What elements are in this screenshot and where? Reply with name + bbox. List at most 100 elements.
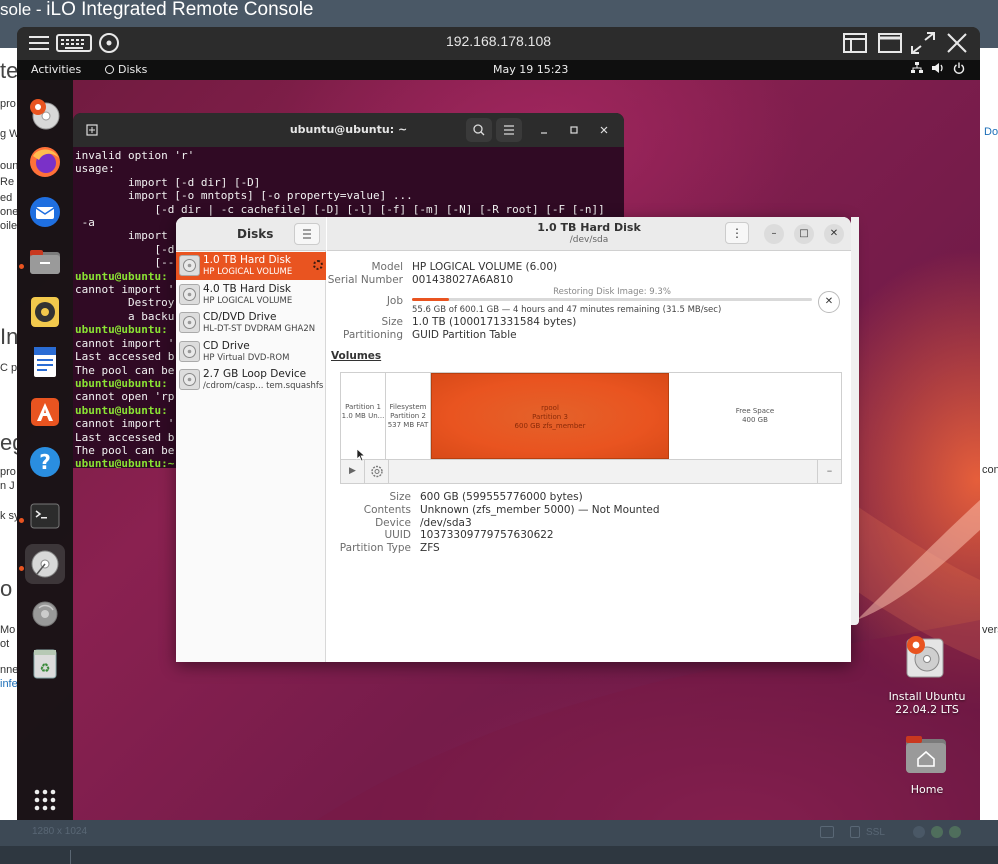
vol-uuid-label: UUID [384, 529, 411, 541]
trash-icon[interactable]: ♻ [25, 644, 65, 684]
minimize-icon[interactable]: – [764, 224, 784, 244]
bg-heading-fragment: te [0, 58, 19, 83]
browser-title: sole - iLO Integrated Remote Console [0, 0, 314, 22]
terminal-icon[interactable] [25, 496, 65, 536]
bg-text-fragment: Re [0, 176, 15, 188]
terminal-output-line: [-d dir | -c cachefile] [-D] [-l] [-f] [… [75, 202, 605, 216]
volume-segment[interactable]: Filesystem Partition 2 537 MB FAT [386, 373, 431, 459]
window-icon[interactable] [878, 32, 902, 54]
volume-segment[interactable]: Partition 1 1.0 MB Un... [341, 373, 386, 459]
mouse-cursor-icon [356, 448, 366, 462]
volume-icon[interactable] [931, 62, 945, 77]
job-label: Job [386, 295, 403, 307]
bg-link-fragment[interactable]: infe [0, 678, 18, 690]
job-progress-fill [412, 298, 450, 301]
gear-icon[interactable] [365, 460, 389, 483]
power-icon[interactable] [953, 62, 965, 77]
disk-header: 1.0 TB Hard Disk /dev/sda ⋮ – □ ✕ [327, 217, 851, 251]
background-window-edge [851, 217, 859, 625]
thunderbird-icon[interactable] [25, 192, 65, 232]
volume-segment-selected[interactable]: rpool Partition 3 600 GB zfs_member [431, 373, 669, 459]
activities-button[interactable]: Activities [31, 63, 81, 76]
writer-icon[interactable] [25, 342, 65, 382]
bg-text-fragment: con [982, 464, 998, 476]
delete-partition-icon[interactable]: – [817, 460, 841, 483]
maximize-icon[interactable]: □ [794, 224, 814, 244]
drive-item[interactable]: CD Drive HP Virtual DVD-ROM [176, 338, 326, 366]
bg-heading-fragment: o [0, 576, 13, 601]
segment-label: Free Space 400 GB [735, 407, 775, 424]
ssl-label: SSL [866, 827, 885, 838]
bg-text-fragment: C p [0, 362, 18, 374]
cancel-job-button[interactable]: ✕ [818, 291, 840, 313]
optical-drive-icon [179, 340, 200, 362]
vol-device-value: /dev/sda3 [420, 517, 472, 529]
volume-segment[interactable]: Free Space 400 GB [669, 373, 841, 459]
drive-item[interactable]: CD/DVD Drive HL-DT-ST DVDRAM GHA2N [176, 309, 326, 337]
app-center-icon[interactable] [25, 392, 65, 432]
status-indicator-icon [931, 826, 943, 838]
network-icon[interactable] [911, 62, 923, 77]
search-icon[interactable] [466, 118, 492, 142]
terminal-output-line: import [-o mntopts] [-o property=value] … [75, 189, 413, 203]
drive-item[interactable]: 1.0 TB Hard Disk HP LOGICAL VOLUME [176, 252, 326, 280]
home-folder-icon[interactable] [904, 733, 948, 775]
app-menu[interactable]: Disks [105, 63, 147, 76]
svg-text:?: ? [39, 450, 51, 474]
close-icon[interactable] [946, 32, 970, 54]
vol-uuid-value: 10373309779757630622 [420, 529, 554, 541]
disk-image-icon[interactable] [25, 594, 65, 634]
vol-size-value: 600 GB (599555776000 bytes) [420, 491, 583, 503]
vol-contents-label: Contents [363, 504, 411, 516]
serial-label: Serial Number [327, 274, 403, 286]
minimize-icon[interactable] [531, 118, 557, 142]
drive-item[interactable]: 4.0 TB Hard Disk HP LOGICAL VOLUME [176, 281, 326, 309]
size-value: 1.0 TB (1000171331584 bytes) [412, 316, 577, 328]
files-icon[interactable] [25, 242, 65, 282]
camera-icon[interactable] [820, 826, 834, 838]
ilo-address: 192.168.178.108 [445, 33, 552, 49]
bg-link-fragment[interactable]: Do [984, 126, 998, 138]
home-label[interactable]: Home [877, 783, 977, 796]
firefox-icon[interactable] [25, 142, 65, 182]
serial-value: 001438027A6A810 [412, 274, 514, 286]
apps-grid-icon[interactable] [25, 780, 65, 820]
hamburger-menu-icon[interactable] [496, 118, 522, 142]
fullscreen-icon[interactable] [911, 32, 935, 54]
rhythmbox-icon[interactable] [25, 292, 65, 332]
bg-text-fragment: Mo [0, 624, 16, 636]
model-label: Model [371, 261, 403, 273]
mount-play-icon[interactable]: ▶ [341, 460, 365, 483]
terminal-output-line: invalid option 'r' [75, 149, 195, 162]
hard-disk-icon [179, 283, 200, 305]
drive-name: 1.0 TB Hard Disk [203, 254, 292, 266]
dock: ? ♻ [17, 80, 73, 820]
install-ubuntu-label[interactable]: Install Ubuntu 22.04.2 LTS [877, 690, 977, 716]
browser-title-bar: sole - iLO Integrated Remote Console [0, 0, 998, 22]
ilo-console-window: 192.168.178.108 Activities Disks May 19 … [17, 27, 980, 820]
install-ubuntu-icon[interactable] [903, 633, 947, 681]
drive-subtitle: HL-DT-ST DVDRAM GHA2N [203, 324, 316, 334]
partitioning-value: GUID Partition Table [412, 329, 517, 341]
drive-item[interactable]: 2.7 GB Loop Device/cdrom/casp... tem.squ… [176, 366, 326, 394]
close-icon[interactable] [591, 118, 617, 142]
bg-text-fragment: oile [0, 220, 18, 232]
window-layout-icon[interactable] [843, 32, 867, 54]
kebab-menu-icon[interactable]: ⋮ [725, 222, 749, 244]
sidebar-menu-icon[interactable] [294, 223, 320, 245]
clock[interactable]: May 19 15:23 [493, 63, 568, 76]
job-detail: 55.6 GB of 600.1 GB — 4 hours and 47 min… [412, 305, 722, 315]
maximize-icon[interactable] [561, 118, 587, 142]
close-icon[interactable]: ✕ [824, 224, 844, 244]
model-value: HP LOGICAL VOLUME (6.00) [412, 261, 558, 273]
bg-text-fragment: oun [0, 160, 19, 172]
vol-device-label: Device [375, 517, 411, 529]
drive-subtitle: HP Virtual DVD-ROM [203, 352, 290, 363]
ubuntu-installer-icon[interactable] [25, 94, 65, 134]
drive-subtitle: HP LOGICAL VOLUME [203, 267, 293, 277]
drive-name: CD/DVD Drive [203, 311, 277, 323]
help-icon[interactable]: ? [25, 442, 65, 482]
bg-text-fragment: n J [0, 480, 15, 492]
bg-text-fragment: pro [0, 98, 16, 110]
disks-icon[interactable] [25, 544, 65, 584]
